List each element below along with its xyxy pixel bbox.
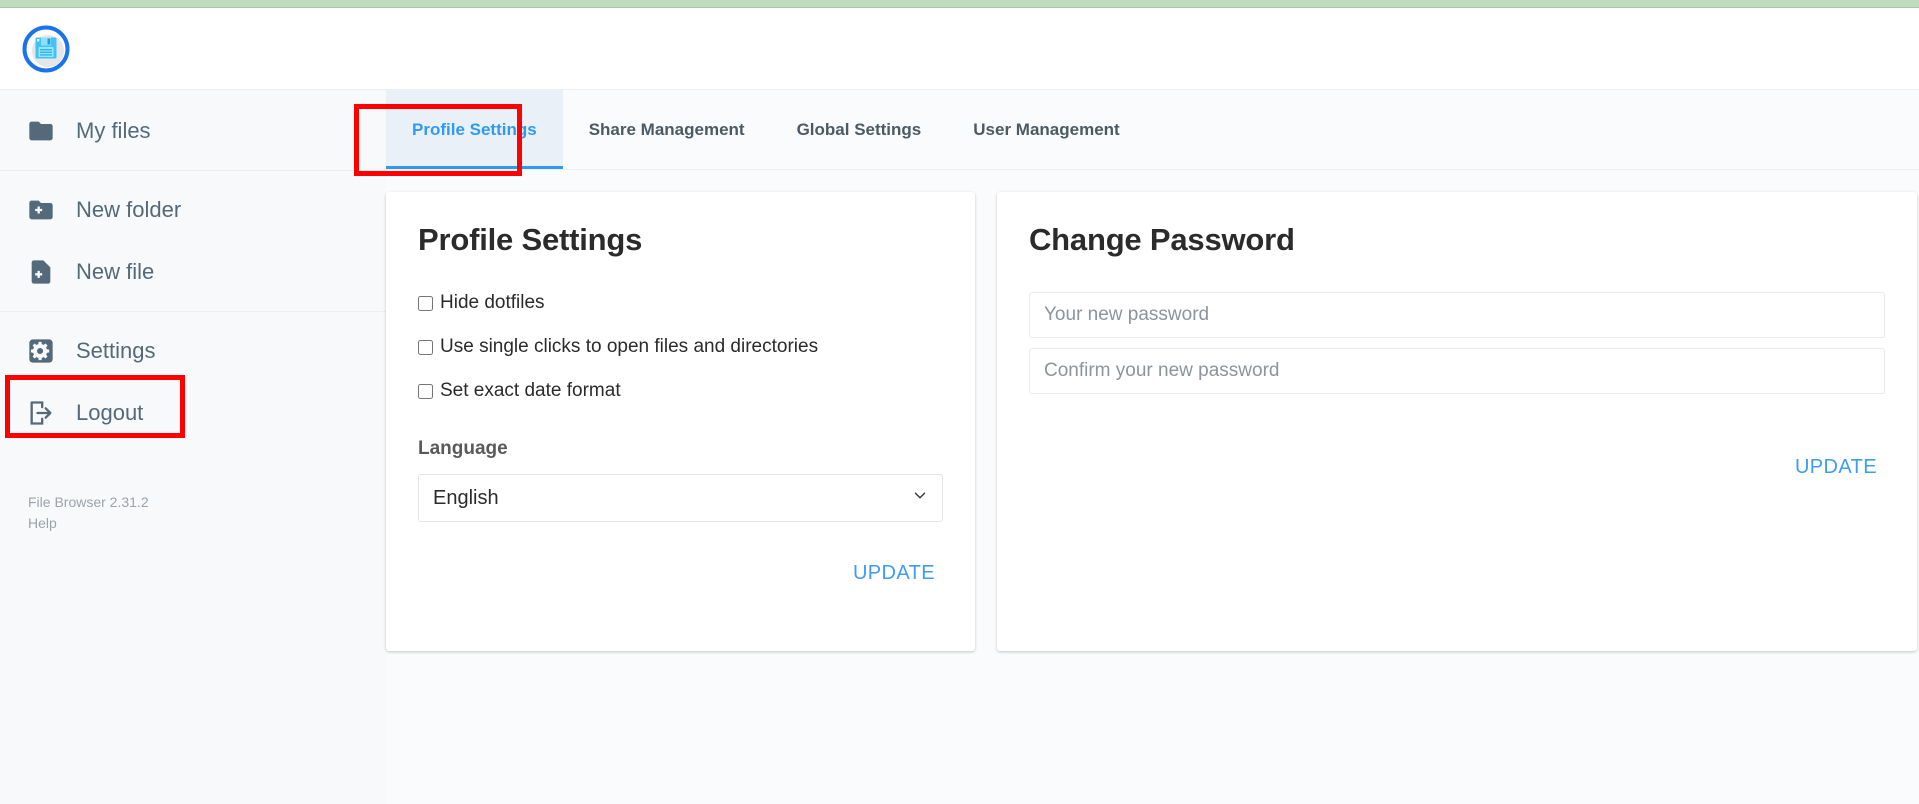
hide-dotfiles-row[interactable]: Hide dotfiles [418, 292, 943, 314]
app-root: My files New folder New file Settings Lo… [0, 0, 1919, 804]
profile-card-actions: UPDATE [418, 556, 943, 591]
sidebar-item-label: Logout [76, 400, 144, 425]
sidebar-item-settings[interactable]: Settings [0, 320, 386, 382]
sidebar-footer: File Browser 2.31.2 Help [28, 492, 149, 534]
sidebar-item-new-file[interactable]: New file [0, 241, 386, 303]
card-title: Profile Settings [418, 222, 643, 257]
top-accent-bar [0, 0, 1919, 8]
app-logo[interactable] [20, 23, 72, 75]
sidebar-item-label: New folder [76, 197, 182, 222]
sidebar-item-new-folder[interactable]: New folder [0, 179, 386, 241]
hide-dotfiles-label: Hide dotfiles [440, 292, 545, 313]
app-version: File Browser 2.31.2 [28, 494, 149, 510]
main-content: Profile Settings Share Management Global… [386, 90, 1919, 804]
gear-icon [26, 336, 56, 366]
sidebar-group-create: New folder New file [0, 170, 386, 303]
tab-profile-settings[interactable]: Profile Settings [386, 90, 563, 169]
settings-cards: Profile Settings Hide dotfiles Use singl… [386, 170, 1919, 651]
language-label: Language [418, 438, 508, 459]
tab-user-management[interactable]: User Management [947, 90, 1145, 169]
sidebar-item-label: My files [76, 118, 151, 143]
sidebar-item-label: Settings [76, 338, 156, 363]
sidebar-item-logout[interactable]: Logout [0, 382, 386, 444]
hide-dotfiles-checkbox[interactable] [418, 295, 433, 311]
password-update-button[interactable]: UPDATE [1787, 450, 1885, 485]
tab-label: User Management [973, 119, 1120, 139]
sidebar: My files New folder New file Settings Lo… [0, 90, 386, 804]
confirm-password-input[interactable] [1029, 348, 1885, 394]
floppy-disk-icon [22, 25, 70, 73]
tab-label: Share Management [588, 119, 745, 139]
profile-update-button[interactable]: UPDATE [845, 556, 943, 591]
new-password-input[interactable] [1029, 292, 1885, 338]
settings-tabs: Profile Settings Share Management Global… [386, 90, 1919, 170]
exact-date-row[interactable]: Set exact date format [418, 380, 943, 402]
exact-date-checkbox[interactable] [418, 383, 433, 399]
tab-label: Global Settings [796, 119, 922, 139]
folder-plus-icon [26, 195, 56, 225]
sidebar-item-label: New file [76, 259, 155, 284]
help-link[interactable]: Help [28, 513, 149, 534]
sidebar-group-browse: My files [0, 90, 386, 162]
logout-icon [26, 398, 56, 428]
sidebar-group-account: Settings Logout [0, 311, 386, 444]
tab-global-settings[interactable]: Global Settings [771, 90, 948, 169]
single-click-checkbox[interactable] [418, 339, 433, 355]
single-click-label: Use single clicks to open files and dire… [440, 336, 819, 357]
file-plus-icon [26, 257, 56, 287]
change-password-card: Change Password UPDATE [997, 192, 1917, 651]
profile-settings-card: Profile Settings Hide dotfiles Use singl… [386, 192, 975, 651]
language-select-wrap: English [418, 474, 943, 522]
tab-label: Profile Settings [412, 119, 537, 139]
tab-share-management[interactable]: Share Management [563, 90, 771, 169]
language-select[interactable]: English [418, 474, 943, 522]
folder-icon [26, 116, 56, 146]
sidebar-item-my-files[interactable]: My files [0, 100, 386, 162]
password-card-actions: UPDATE [1029, 450, 1885, 485]
single-click-row[interactable]: Use single clicks to open files and dire… [418, 336, 943, 358]
exact-date-label: Set exact date format [440, 380, 621, 401]
card-title: Change Password [1029, 222, 1295, 257]
app-header [0, 9, 1919, 90]
